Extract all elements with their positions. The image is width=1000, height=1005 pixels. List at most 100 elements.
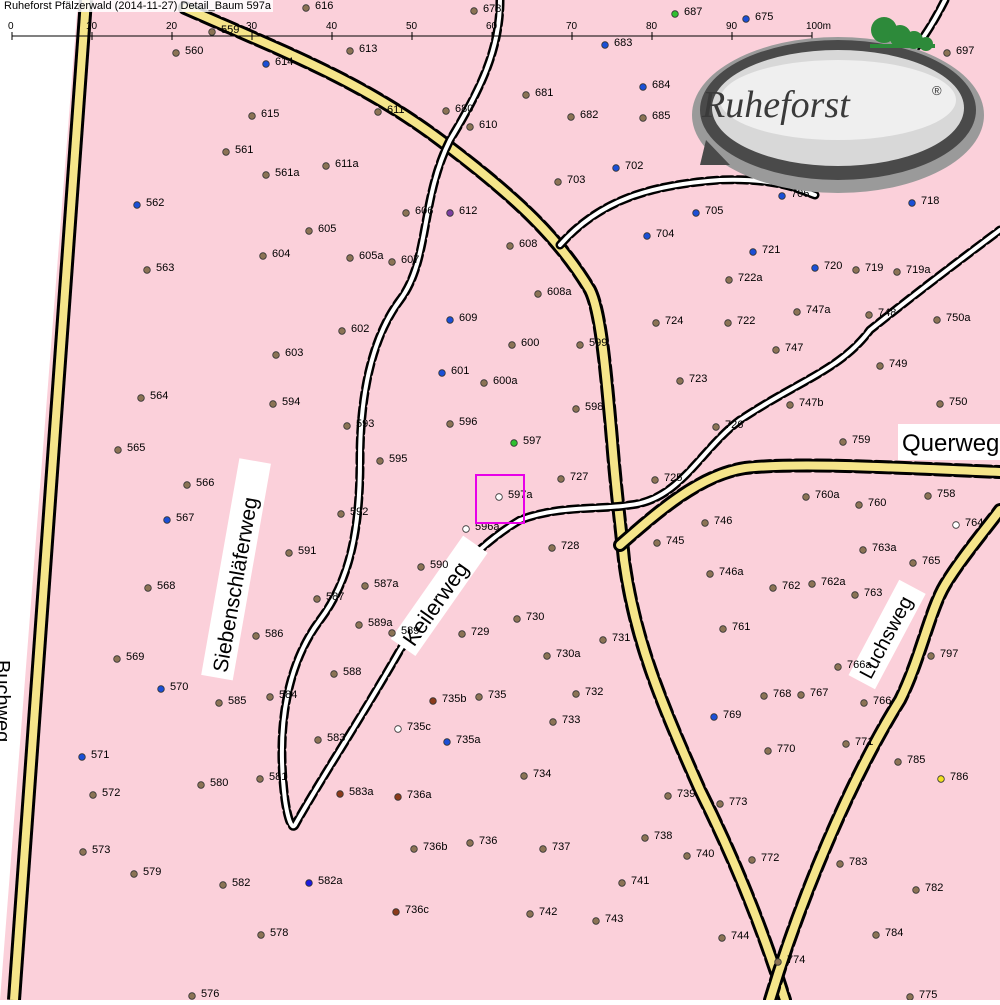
tree-dot[interactable] [417, 563, 425, 571]
tree-dot[interactable] [338, 327, 346, 335]
tree-dot[interactable] [716, 800, 724, 808]
tree-dot[interactable] [466, 839, 474, 847]
tree-dot[interactable] [567, 113, 575, 121]
tree-dot[interactable] [522, 91, 530, 99]
tree-dot[interactable] [257, 931, 265, 939]
tree-dot[interactable] [443, 738, 451, 746]
tree-dot[interactable] [163, 516, 171, 524]
tree-dot[interactable] [208, 28, 216, 36]
tree-dot[interactable] [113, 655, 121, 663]
tree-dot[interactable] [865, 311, 873, 319]
tree-dot[interactable] [458, 630, 466, 638]
tree-dot[interactable] [336, 790, 344, 798]
tree-dot[interactable] [520, 772, 528, 780]
tree-dot[interactable] [314, 736, 322, 744]
tree-dot[interactable] [248, 112, 256, 120]
tree-dot[interactable] [676, 377, 684, 385]
tree-dot[interactable] [188, 992, 196, 1000]
tree-dot[interactable] [769, 584, 777, 592]
tree-dot[interactable] [526, 910, 534, 918]
tree-dot[interactable] [466, 123, 474, 131]
tree-dot[interactable] [748, 856, 756, 864]
tree-dot[interactable] [764, 747, 772, 755]
tree-dot[interactable] [130, 870, 138, 878]
tree-dot[interactable] [219, 881, 227, 889]
map-canvas[interactable]: Querweg Keilerweg Siebenschläferweg Luch… [0, 0, 1000, 1005]
tree-dot[interactable] [462, 525, 470, 533]
tree-dot[interactable] [346, 47, 354, 55]
tree-dot[interactable] [933, 316, 941, 324]
tree-dot[interactable] [855, 501, 863, 509]
tree-dot[interactable] [851, 591, 859, 599]
tree-dot[interactable] [388, 258, 396, 266]
tree-dot[interactable] [952, 521, 960, 529]
tree-dot[interactable] [834, 663, 842, 671]
tree-dot[interactable] [394, 725, 402, 733]
tree-dot[interactable] [446, 316, 454, 324]
tree-dot[interactable] [506, 242, 514, 250]
tree-dot[interactable] [618, 879, 626, 887]
tree-dot[interactable] [719, 625, 727, 633]
tree-dot[interactable] [651, 476, 659, 484]
tree-dot[interactable] [143, 266, 151, 274]
tree-dot[interactable] [114, 446, 122, 454]
tree-dot[interactable] [906, 993, 914, 1001]
tree-dot[interactable] [172, 49, 180, 57]
tree-dot[interactable] [313, 595, 321, 603]
tree-dot[interactable] [513, 615, 521, 623]
tree-dot[interactable] [893, 268, 901, 276]
tree-dot[interactable] [908, 199, 916, 207]
tree-dot[interactable] [534, 290, 542, 298]
tree-dot[interactable] [410, 845, 418, 853]
tree-dot[interactable] [859, 546, 867, 554]
forest-map[interactable]: Querweg Keilerweg Siebenschläferweg Luch… [0, 0, 1000, 1005]
tree-dot[interactable] [725, 276, 733, 284]
tree-dot[interactable] [374, 108, 382, 116]
tree-dot[interactable] [592, 917, 600, 925]
tree-dot[interactable] [664, 792, 672, 800]
tree-dot[interactable] [548, 544, 556, 552]
tree-dot[interactable] [197, 781, 205, 789]
tree-dot[interactable] [599, 636, 607, 644]
tree-dot[interactable] [262, 171, 270, 179]
tree-dot[interactable] [133, 201, 141, 209]
tree-dot[interactable] [302, 4, 310, 12]
tree-dot[interactable] [671, 10, 679, 18]
tree-dot[interactable] [144, 584, 152, 592]
tree-dot[interactable] [215, 699, 223, 707]
tree-dot[interactable] [78, 753, 86, 761]
tree-dot[interactable] [808, 580, 816, 588]
tree-dot[interactable] [446, 420, 454, 428]
tree-dot[interactable] [285, 549, 293, 557]
tree-dot[interactable] [305, 227, 313, 235]
tree-dot[interactable] [653, 539, 661, 547]
tree-dot[interactable] [322, 162, 330, 170]
tree-dot[interactable] [475, 693, 483, 701]
tree-dot[interactable] [259, 252, 267, 260]
tree-dot[interactable] [909, 559, 917, 567]
tree-dot[interactable] [269, 400, 277, 408]
tree-dot[interactable] [836, 860, 844, 868]
tree-dot[interactable] [305, 879, 313, 887]
tree-dot[interactable] [394, 793, 402, 801]
tree-dot[interactable] [786, 401, 794, 409]
tree-dot[interactable] [936, 400, 944, 408]
tree-dot[interactable] [924, 492, 932, 500]
tree-dot[interactable] [894, 758, 902, 766]
tree-dot[interactable] [495, 493, 503, 501]
tree-dot[interactable] [549, 718, 557, 726]
tree-dot[interactable] [641, 834, 649, 842]
tree-dot[interactable] [376, 457, 384, 465]
tree-dot[interactable] [79, 848, 87, 856]
tree-dot[interactable] [912, 886, 920, 894]
tree-dot[interactable] [355, 621, 363, 629]
tree-dot[interactable] [222, 148, 230, 156]
tree-dot[interactable] [652, 319, 660, 327]
tree-dot[interactable] [718, 934, 726, 942]
tree-dot[interactable] [330, 670, 338, 678]
tree-dot[interactable] [442, 107, 450, 115]
tree-dot[interactable] [266, 693, 274, 701]
tree-dot[interactable] [256, 775, 264, 783]
tree-dot[interactable] [480, 379, 488, 387]
tree-dot[interactable] [89, 791, 97, 799]
